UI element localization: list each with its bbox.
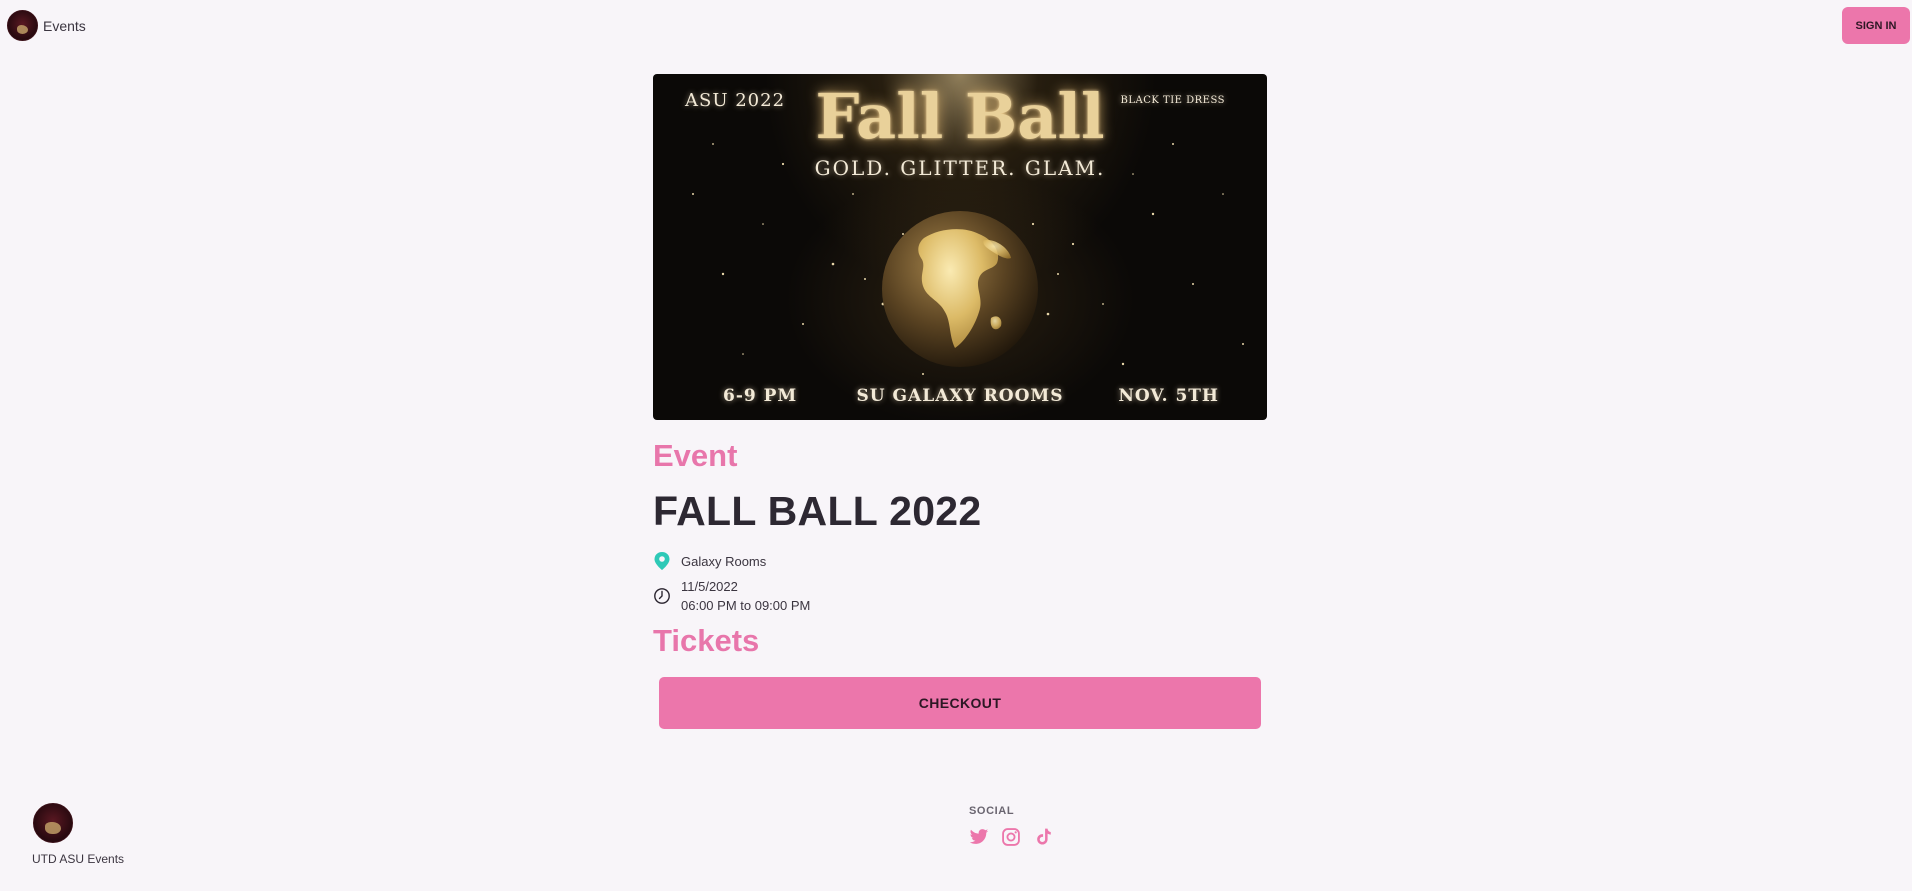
footer-brand-name: UTD ASU Events xyxy=(32,852,125,866)
footer-brand: UTD ASU Events xyxy=(32,803,124,866)
event-time-range-text: 06:00 PM to 09:00 PM xyxy=(681,598,811,613)
tiktok-icon[interactable] xyxy=(1033,827,1053,847)
event-poster-image: ASU 2022 Fall Ball BLACK TIE DRESS GOLD.… xyxy=(653,74,1267,420)
event-time: 11/5/2022 06:00 PM to 09:00 PM xyxy=(653,577,1267,615)
poster-date: NOV. 5TH xyxy=(1118,386,1219,406)
social-icon-list xyxy=(969,827,1053,847)
poster-globe-graphic xyxy=(882,211,1038,367)
event-location: Galaxy Rooms xyxy=(653,551,1267,571)
event-page: Events SIGN IN ASU 2022 Fall Ball BLACK … xyxy=(0,0,1912,891)
footer-social: SOCIAL xyxy=(969,805,1053,847)
brand-logo-avatar xyxy=(7,10,38,41)
sign-in-button[interactable]: SIGN IN xyxy=(1842,7,1910,44)
twitter-icon[interactable] xyxy=(969,827,989,847)
poster-title: Fall Ball xyxy=(815,80,1105,153)
location-pin-icon xyxy=(654,552,670,570)
event-date-text: 11/5/2022 xyxy=(681,579,738,594)
event-title: FALL BALL 2022 xyxy=(653,488,982,534)
poster-dress-code: BLACK TIE DRESS xyxy=(1120,95,1225,106)
event-main: ASU 2022 Fall Ball BLACK TIE DRESS GOLD.… xyxy=(653,74,1267,729)
poster-subtitle: GOLD. GLITTER. GLAM. xyxy=(814,156,1106,180)
event-location-text: Galaxy Rooms xyxy=(681,553,767,569)
instagram-icon[interactable] xyxy=(1001,827,1021,847)
checkout-button[interactable]: CHECKOUT xyxy=(659,677,1261,729)
social-heading: SOCIAL xyxy=(969,805,1015,817)
header-brand-link[interactable]: Events xyxy=(7,10,86,41)
tickets-section-heading: Tickets xyxy=(653,623,760,658)
footer-logo-avatar xyxy=(33,803,73,843)
header-brand-label: Events xyxy=(43,17,86,34)
clock-icon xyxy=(654,588,670,604)
event-section-heading: Event xyxy=(653,438,738,473)
